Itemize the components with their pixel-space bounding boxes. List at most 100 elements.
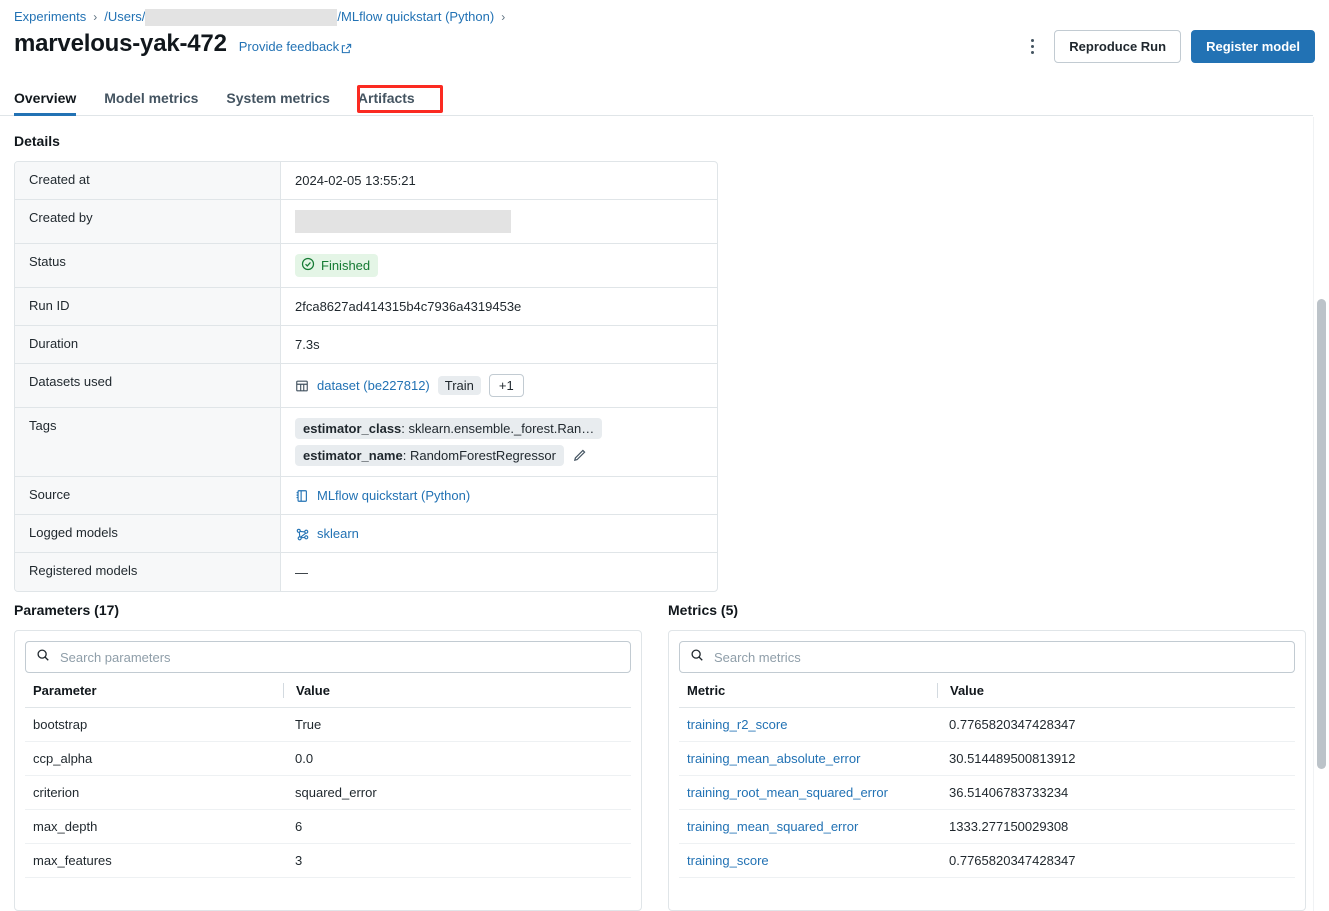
tag-value: sklearn.ensemble._forest.Ran…: [408, 421, 595, 436]
tag-value: RandomForestRegressor: [409, 448, 556, 463]
tab-bar: Overview Model metrics System metrics Ar…: [0, 84, 1313, 116]
search-metrics-input[interactable]: [712, 648, 1284, 666]
parameter-name: max_depth: [33, 819, 98, 834]
parameters-search-box[interactable]: [25, 641, 631, 673]
page-scrollbar-track[interactable]: [1313, 117, 1329, 911]
details-value-status: Finished: [281, 244, 717, 287]
more-vertical-icon[interactable]: [1020, 31, 1044, 63]
details-row-tags: Tags estimator_class: sklearn.ensemble._…: [15, 408, 717, 477]
tab-system-metrics[interactable]: System metrics: [212, 90, 344, 115]
details-row-logged-models: Logged models sklearn: [15, 515, 717, 553]
metric-value: 36.51406783733234: [949, 785, 1069, 800]
details-key-run-id: Run ID: [15, 288, 281, 325]
page-title: marvelous-yak-472: [14, 30, 227, 57]
tag-item-estimator-name: estimator_name: RandomForestRegressor: [295, 445, 703, 466]
tag-name: estimator_name: [303, 448, 403, 463]
metric-name-link[interactable]: training_mean_squared_error: [687, 819, 858, 834]
details-value-datasets: dataset (be227812) Train +1: [281, 364, 717, 407]
status-badge-label: Finished: [321, 258, 371, 273]
chevron-right-icon-2: ›: [501, 10, 506, 24]
details-row-created-at: Created at 2024-02-05 13:55:21: [15, 162, 717, 200]
metrics-grid-header: Metric Value: [679, 683, 1295, 708]
search-parameters-input[interactable]: [58, 648, 620, 666]
parameters-grid-header: Parameter Value: [25, 683, 631, 708]
dataset-more-button[interactable]: +1: [488, 374, 524, 397]
logged-model-link[interactable]: sklearn: [317, 526, 359, 541]
metric-value: 0.7765820347428347: [949, 717, 1076, 732]
details-table: Created at 2024-02-05 13:55:21 Created b…: [14, 161, 718, 592]
source-link[interactable]: MLflow quickstart (Python): [317, 488, 470, 503]
parameter-value: 3: [295, 853, 303, 868]
parameters-grid: Parameter Value bootstrap True ccp_alpha…: [15, 683, 641, 878]
parameters-search-wrap: [15, 631, 641, 673]
details-key-registered-models: Registered models: [15, 553, 281, 591]
tag-pill: estimator_class: sklearn.ensemble._fores…: [295, 418, 603, 439]
search-icon: [690, 648, 704, 667]
details-value-created-at: 2024-02-05 13:55:21: [295, 173, 416, 188]
metric-name-link[interactable]: training_root_mean_squared_error: [687, 785, 888, 800]
parameter-value: 0.0: [295, 751, 314, 766]
metrics-search-box[interactable]: [679, 641, 1295, 673]
reproduce-run-button[interactable]: Reproduce Run: [1054, 30, 1182, 63]
details-key-source: Source: [15, 477, 281, 514]
parameter-name: bootstrap: [33, 717, 88, 732]
parameters-panel: Parameter Value bootstrap True ccp_alpha…: [14, 630, 642, 911]
table-row: training_r2_score 0.7765820347428347: [679, 708, 1295, 742]
page-scrollbar-thumb[interactable]: [1317, 299, 1326, 769]
table-icon: [295, 379, 309, 393]
details-value-source: MLflow quickstart (Python): [281, 477, 717, 514]
table-row: max_features 3: [25, 844, 631, 878]
parameter-name: max_features: [33, 853, 112, 868]
details-value-duration: 7.3s: [295, 337, 320, 352]
metrics-search-wrap: [669, 631, 1305, 673]
parameter-value: 6: [295, 819, 303, 834]
parameter-value: squared_error: [295, 785, 377, 800]
metric-value: 30.514489500813912: [949, 751, 1076, 766]
details-key-logged-models: Logged models: [15, 515, 281, 552]
metrics-section-title: Metrics (5): [668, 602, 739, 618]
metric-value: 0.7765820347428347: [949, 853, 1076, 868]
register-model-button[interactable]: Register model: [1191, 30, 1315, 63]
details-value-logged-models: sklearn: [281, 515, 717, 552]
provide-feedback-link[interactable]: Provide feedback: [239, 39, 352, 54]
breadcrumb-item-path[interactable]: /Users/ /MLflow quickstart (Python): [104, 8, 494, 26]
table-row: training_mean_absolute_error 30.51448950…: [679, 742, 1295, 776]
metrics-panel: Metric Value training_r2_score 0.7765820…: [668, 630, 1306, 911]
metrics-grid: Metric Value training_r2_score 0.7765820…: [669, 683, 1305, 878]
details-value-registered-models: —: [295, 564, 308, 580]
parameters-col-value: Value: [283, 683, 631, 698]
metric-name-link[interactable]: training_score: [687, 853, 769, 868]
tab-overview[interactable]: Overview: [14, 90, 90, 116]
parameter-name: criterion: [33, 785, 80, 800]
notebook-icon: [295, 489, 309, 503]
metrics-col-metric: Metric: [687, 683, 726, 698]
details-section-title: Details: [14, 133, 60, 149]
details-row-duration: Duration 7.3s: [15, 326, 717, 364]
metric-name-link[interactable]: training_r2_score: [687, 717, 787, 732]
table-row: training_score 0.7765820347428347: [679, 844, 1295, 878]
details-key-created-at: Created at: [15, 162, 281, 199]
parameter-value: True: [295, 717, 322, 732]
external-link-icon: [341, 42, 352, 54]
status-badge: Finished: [295, 254, 379, 277]
dataset-link[interactable]: dataset (be227812): [317, 378, 430, 393]
breadcrumb-item-experiments[interactable]: Experiments: [14, 8, 86, 26]
details-row-run-id: Run ID 2fca8627ad414315b4c7936a4319453e: [15, 288, 717, 326]
details-key-tags: Tags: [15, 408, 281, 476]
details-row-status: Status Finished: [15, 244, 717, 288]
run-detail-page: Experiments › /Users/ /MLflow quickstart…: [0, 0, 1329, 911]
tag-name: estimator_class: [303, 421, 402, 436]
table-row: max_depth 6: [25, 810, 631, 844]
details-key-duration: Duration: [15, 326, 281, 363]
tag-pill: estimator_name: RandomForestRegressor: [295, 445, 564, 466]
details-row-datasets: Datasets used dataset (be227812) Train +…: [15, 364, 717, 408]
chevron-right-icon: ›: [93, 10, 98, 24]
metric-name-link[interactable]: training_mean_absolute_error: [687, 751, 860, 766]
parameters-section-title: Parameters (17): [14, 602, 120, 618]
tab-artifacts[interactable]: Artifacts: [344, 90, 429, 115]
search-icon: [36, 648, 50, 667]
model-graph-icon: [295, 527, 309, 541]
tab-model-metrics[interactable]: Model metrics: [90, 90, 212, 115]
details-value-created-by: [281, 200, 717, 243]
pencil-icon[interactable]: [572, 448, 587, 463]
